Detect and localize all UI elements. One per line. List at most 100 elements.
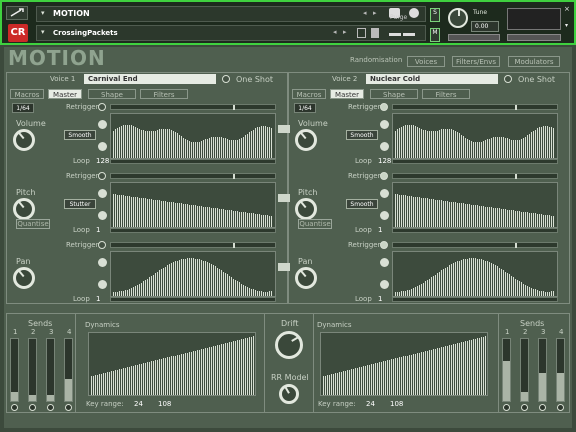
one-shot-radio[interactable] bbox=[222, 75, 230, 83]
step-indicator-track[interactable] bbox=[392, 173, 558, 179]
expand-icon[interactable]: ▾ bbox=[565, 22, 568, 29]
retrigger-radio[interactable] bbox=[380, 241, 388, 249]
send-toggle[interactable] bbox=[557, 404, 564, 411]
mute-button[interactable]: M bbox=[430, 28, 440, 42]
loop-range-track[interactable] bbox=[392, 297, 558, 302]
tab-macros[interactable]: Macros bbox=[292, 89, 326, 99]
rate-field[interactable]: 1/64 bbox=[294, 103, 316, 113]
dynamics-curve-graph[interactable] bbox=[320, 332, 488, 396]
modulation-graph[interactable] bbox=[110, 182, 276, 228]
send-level-bar[interactable] bbox=[538, 338, 547, 402]
preset-name-field[interactable]: Carnival End bbox=[84, 74, 216, 84]
send-toggle[interactable] bbox=[503, 404, 510, 411]
tab-shape[interactable]: Shape bbox=[370, 89, 418, 99]
curve-minus-icon[interactable] bbox=[98, 120, 107, 129]
knob-volume[interactable] bbox=[13, 129, 35, 151]
loop-value[interactable]: 1 bbox=[96, 226, 100, 234]
snapshot-bar[interactable]: ▾ CrossingPackets ◂ ▸ bbox=[36, 25, 426, 41]
loop-range-track[interactable] bbox=[110, 159, 276, 164]
modulation-graph[interactable] bbox=[110, 251, 276, 297]
quantise-button[interactable]: Quantise bbox=[298, 219, 332, 229]
purge-label[interactable]: Purge bbox=[390, 14, 407, 21]
step-indicator-track[interactable] bbox=[110, 173, 276, 179]
loop-range-track[interactable] bbox=[392, 228, 558, 233]
loop-range-track[interactable] bbox=[110, 228, 276, 233]
tab-shape[interactable]: Shape bbox=[88, 89, 136, 99]
loop-value[interactable]: 1 bbox=[378, 295, 382, 303]
wrench-icon[interactable] bbox=[6, 6, 28, 20]
mode-selector[interactable]: Stutter bbox=[64, 199, 96, 209]
snapshot-next-icon[interactable]: ▸ bbox=[343, 28, 347, 36]
curve-settings-icon[interactable] bbox=[380, 211, 389, 220]
delete-icon[interactable] bbox=[371, 28, 379, 38]
curve-settings-icon[interactable] bbox=[98, 211, 107, 220]
knob-pan[interactable] bbox=[295, 267, 317, 289]
knob-pitch[interactable] bbox=[13, 198, 35, 220]
retrigger-radio[interactable] bbox=[98, 103, 106, 111]
curve-settings-icon[interactable] bbox=[380, 280, 389, 289]
dropdown-arrow-icon[interactable]: ▾ bbox=[41, 9, 45, 17]
copy-arrow-icon[interactable] bbox=[282, 263, 290, 271]
tab-filters[interactable]: Filters bbox=[140, 89, 188, 99]
tune-knob[interactable] bbox=[448, 8, 468, 28]
drift-knob[interactable] bbox=[275, 331, 303, 359]
randomise-modulators-button[interactable]: Modulators bbox=[508, 56, 560, 67]
loop-value[interactable]: 128 bbox=[378, 157, 391, 165]
curve-settings-icon[interactable] bbox=[380, 142, 389, 151]
send-toggle[interactable] bbox=[521, 404, 528, 411]
close-icon[interactable]: × bbox=[564, 5, 570, 13]
step-indicator-track[interactable] bbox=[392, 104, 558, 110]
tab-filters[interactable]: Filters bbox=[422, 89, 470, 99]
rr-model-knob[interactable] bbox=[279, 384, 299, 404]
send-level-bar[interactable] bbox=[520, 338, 529, 402]
key-range-high[interactable]: 108 bbox=[158, 400, 171, 408]
snapshot-prev-icon[interactable]: ◂ bbox=[333, 28, 337, 36]
curve-settings-icon[interactable] bbox=[98, 142, 107, 151]
modulation-graph[interactable] bbox=[392, 182, 558, 228]
retrigger-radio[interactable] bbox=[98, 241, 106, 249]
volume-slider[interactable] bbox=[507, 34, 561, 41]
key-range-low[interactable]: 24 bbox=[366, 400, 375, 408]
key-range-low[interactable]: 24 bbox=[134, 400, 143, 408]
pan-slider[interactable] bbox=[448, 34, 500, 41]
snapshot-dropdown-icon[interactable]: ▾ bbox=[41, 28, 45, 36]
curve-minus-icon[interactable] bbox=[380, 189, 389, 198]
quantise-button[interactable]: Quantise bbox=[16, 219, 50, 229]
knob-volume[interactable] bbox=[295, 129, 317, 151]
prev-icon[interactable]: ◂ bbox=[363, 9, 367, 17]
dynamics-curve-graph[interactable] bbox=[88, 332, 256, 396]
curve-minus-icon[interactable] bbox=[380, 120, 389, 129]
loop-value[interactable]: 128 bbox=[96, 157, 109, 165]
instrument-name-bar[interactable]: ▾ MOTION ◂ ▸ bbox=[36, 6, 426, 22]
copy-arrow-icon[interactable] bbox=[282, 194, 290, 202]
curve-minus-icon[interactable] bbox=[98, 189, 107, 198]
loop-range-track[interactable] bbox=[110, 297, 276, 302]
curve-minus-icon[interactable] bbox=[98, 258, 107, 267]
send-level-bar[interactable] bbox=[502, 338, 511, 402]
tab-master[interactable]: Master bbox=[330, 89, 364, 99]
step-indicator-track[interactable] bbox=[110, 242, 276, 248]
knob-pan[interactable] bbox=[13, 267, 35, 289]
preset-name-field[interactable]: Nuclear Cold bbox=[366, 74, 498, 84]
next-icon[interactable]: ▸ bbox=[373, 9, 377, 17]
knob-pitch[interactable] bbox=[295, 198, 317, 220]
step-indicator-track[interactable] bbox=[110, 104, 276, 110]
step-indicator-track[interactable] bbox=[392, 242, 558, 248]
modulation-graph[interactable] bbox=[110, 113, 276, 159]
modulation-graph[interactable] bbox=[392, 251, 558, 297]
rate-field[interactable]: 1/64 bbox=[12, 103, 34, 113]
randomise-filters-button[interactable]: Filters/Envs bbox=[452, 56, 500, 67]
tab-master[interactable]: Master bbox=[48, 89, 82, 99]
solo-button[interactable]: S bbox=[430, 8, 440, 22]
randomise-voices-button[interactable]: Voices bbox=[407, 56, 445, 67]
tab-macros[interactable]: Macros bbox=[10, 89, 44, 99]
send-level-bar[interactable] bbox=[556, 338, 565, 402]
save-icon[interactable] bbox=[357, 28, 366, 38]
tune-value[interactable]: 0.00 bbox=[471, 21, 499, 32]
loop-range-track[interactable] bbox=[392, 159, 558, 164]
key-range-high[interactable]: 108 bbox=[390, 400, 403, 408]
one-shot-radio[interactable] bbox=[504, 75, 512, 83]
retrigger-radio[interactable] bbox=[380, 103, 388, 111]
send-toggle[interactable] bbox=[539, 404, 546, 411]
curve-settings-icon[interactable] bbox=[98, 280, 107, 289]
